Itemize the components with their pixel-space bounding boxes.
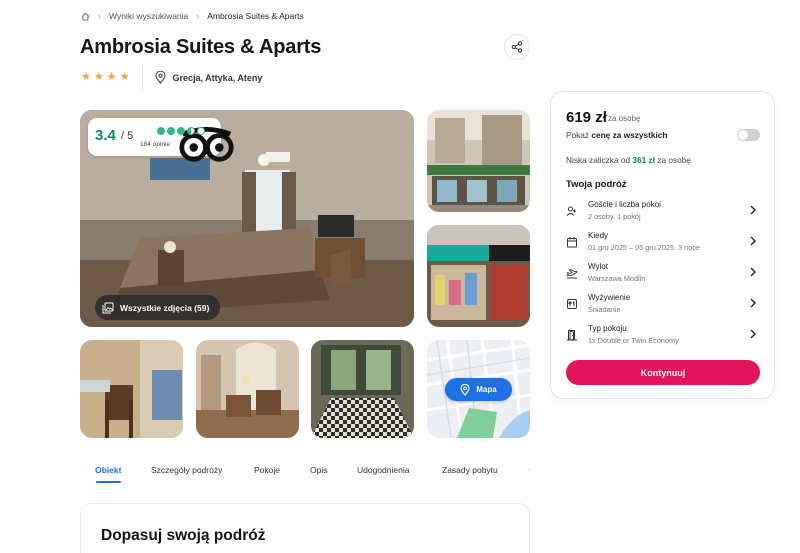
tab-obiekt[interactable]: Obiekt	[95, 465, 121, 475]
gallery-photo[interactable]	[196, 340, 299, 438]
price-unit: za osobę	[608, 114, 641, 123]
deposit-info: Niska zaliczka od 361 zł za osobę	[566, 155, 691, 165]
trip-row-label: Goście i liczba pokoi	[588, 200, 661, 209]
trip-row-dates[interactable]: Kiedy 01 gru 2025 – 05 gru 2025, 3 noce	[551, 229, 774, 259]
gallery-photo[interactable]	[427, 225, 530, 327]
rating-bubble-icon	[167, 127, 175, 135]
share-button[interactable]	[504, 34, 530, 60]
continue-button[interactable]: Kontynuuj	[566, 360, 760, 385]
meal-icon	[566, 298, 578, 310]
gallery-photo[interactable]	[80, 340, 183, 438]
plane-icon	[566, 267, 578, 279]
trip-title: Twoja podróż	[566, 179, 627, 190]
map-thumbnail[interactable]: Mapa	[427, 340, 530, 438]
page-title: Ambrosia Suites & Aparts	[80, 36, 322, 58]
section-tabs: Obiekt Szczegóły podróży Pokoje Opis Udo…	[80, 460, 531, 488]
trip-row-label: Kiedy	[588, 231, 609, 240]
tab-szczegoly-podrozy[interactable]: Szczegóły podróży	[151, 465, 222, 475]
location-text: Grecja, Attyka, Ateny	[172, 72, 263, 83]
star-rating: ★ ★ ★ ★	[81, 65, 143, 90]
breadcrumb: › Wyniki wyszukiwania › Ambrosia Suites …	[81, 11, 304, 21]
share-icon	[511, 41, 523, 53]
tripadvisor-bubbles	[157, 127, 205, 135]
rating-bubble-empty-icon	[197, 127, 205, 135]
breadcrumb-item-current: Ambrosia Suites & Aparts	[207, 11, 304, 21]
gallery-icon	[102, 302, 114, 313]
total-price-prefix: Pokaż	[566, 130, 592, 140]
door-icon	[566, 329, 578, 341]
lobby-image	[196, 340, 299, 438]
all-photos-label: Wszystkie zdjęcia (59)	[120, 302, 210, 313]
deposit-amount: 361 zł	[632, 155, 656, 165]
chevron-right-icon	[749, 266, 757, 278]
trip-row-room-type[interactable]: Typ pokoju 1x Double or Twin Economy	[551, 322, 774, 352]
rating-bubble-icon	[177, 127, 185, 135]
star-icon: ★	[81, 71, 91, 83]
trip-row-label: Typ pokoju	[588, 324, 627, 333]
trip-row-board[interactable]: Wyżywienie Śniadanie	[551, 291, 774, 321]
chevron-right-icon	[749, 297, 757, 309]
tab-pokoje[interactable]: Pokoje	[254, 465, 280, 475]
trip-row-value: 2 osoby, 1 pokój	[588, 212, 641, 221]
tab-udogodnienia[interactable]: Udogodnienia	[357, 465, 409, 475]
chevron-right-icon	[749, 328, 757, 340]
map-pin-icon	[460, 383, 470, 396]
gallery-photo[interactable]	[311, 340, 414, 438]
star-icon: ★	[93, 71, 104, 83]
trip-row-label: Wylot	[588, 262, 608, 271]
gallery-photo[interactable]	[427, 110, 530, 212]
price: 619 zł	[566, 109, 607, 126]
rating-bubble-icon	[157, 127, 165, 135]
hotel-exterior-image	[427, 110, 530, 212]
trip-row-value: 01 gru 2025 – 05 gru 2025, 3 noce	[588, 243, 700, 252]
trip-row-label: Wyżywienie	[588, 293, 631, 302]
calendar-icon	[566, 236, 578, 248]
rating-bubble-half-icon	[187, 127, 195, 135]
total-price-bold: cenę za wszystkich	[591, 130, 668, 140]
all-photos-button[interactable]: Wszystkie zdjęcia (59)	[95, 295, 221, 320]
tab-opis[interactable]: Opis	[310, 465, 327, 475]
booking-panel: 619 zł za osobę Pokaż cenę za wszystkich…	[550, 91, 775, 399]
star-icon: ★	[119, 71, 130, 83]
deposit-prefix: Niska zaliczka od	[566, 155, 633, 165]
section-title: Dopasuj swoją podróż	[101, 527, 266, 544]
guests-icon	[566, 205, 578, 217]
shop-front-image	[427, 225, 530, 327]
breadcrumb-item-results[interactable]: Wyniki wyszukiwania	[109, 11, 188, 21]
entrance-image	[311, 340, 414, 438]
location-pin-icon	[154, 71, 166, 84]
rating-max: / 5	[121, 130, 134, 142]
star-icon: ★	[106, 71, 117, 83]
deposit-suffix: za osobę	[655, 155, 691, 165]
main-photo[interactable]: 3.4 / 5 184 opinie Wszystkie zdjęcia (59…	[80, 110, 414, 327]
map-button-label: Mapa	[476, 385, 497, 394]
chevron-right-icon: ›	[98, 11, 101, 21]
trip-row-guests[interactable]: Goście i liczba pokoi 2 osoby, 1 pokój	[551, 198, 774, 228]
map-button[interactable]: Mapa	[445, 378, 512, 401]
total-price-label: Pokaż cenę za wszystkich	[566, 130, 667, 140]
tabs-overflow-indicator[interactable]: ·	[528, 465, 531, 474]
hotel-meta: ★ ★ ★ ★ Grecja, Attyka, Ateny	[81, 65, 262, 90]
customize-trip-section: Dopasuj swoją podróż	[80, 503, 530, 553]
tab-zasady-pobytu[interactable]: Zasady pobytu	[442, 465, 498, 475]
total-price-toggle[interactable]	[737, 129, 760, 141]
trip-row-departure[interactable]: Wylot Warszawa Modlin	[551, 260, 774, 290]
trip-row-value: 1x Double or Twin Economy	[588, 336, 679, 345]
hotel-location[interactable]: Grecja, Attyka, Ateny	[143, 71, 263, 84]
home-icon[interactable]	[81, 12, 90, 21]
reviews-count: 184 opinie	[140, 141, 170, 148]
rating-score: 3.4	[95, 127, 116, 144]
chevron-right-icon	[749, 235, 757, 247]
room-detail-image	[80, 340, 183, 438]
active-tab-indicator	[96, 481, 121, 483]
chevron-right-icon: ›	[196, 11, 200, 21]
trip-row-value: Śniadanie	[588, 305, 621, 314]
chevron-right-icon	[749, 204, 757, 216]
trip-row-value: Warszawa Modlin	[588, 274, 646, 283]
rating-card[interactable]: 3.4 / 5 184 opinie	[88, 118, 234, 162]
